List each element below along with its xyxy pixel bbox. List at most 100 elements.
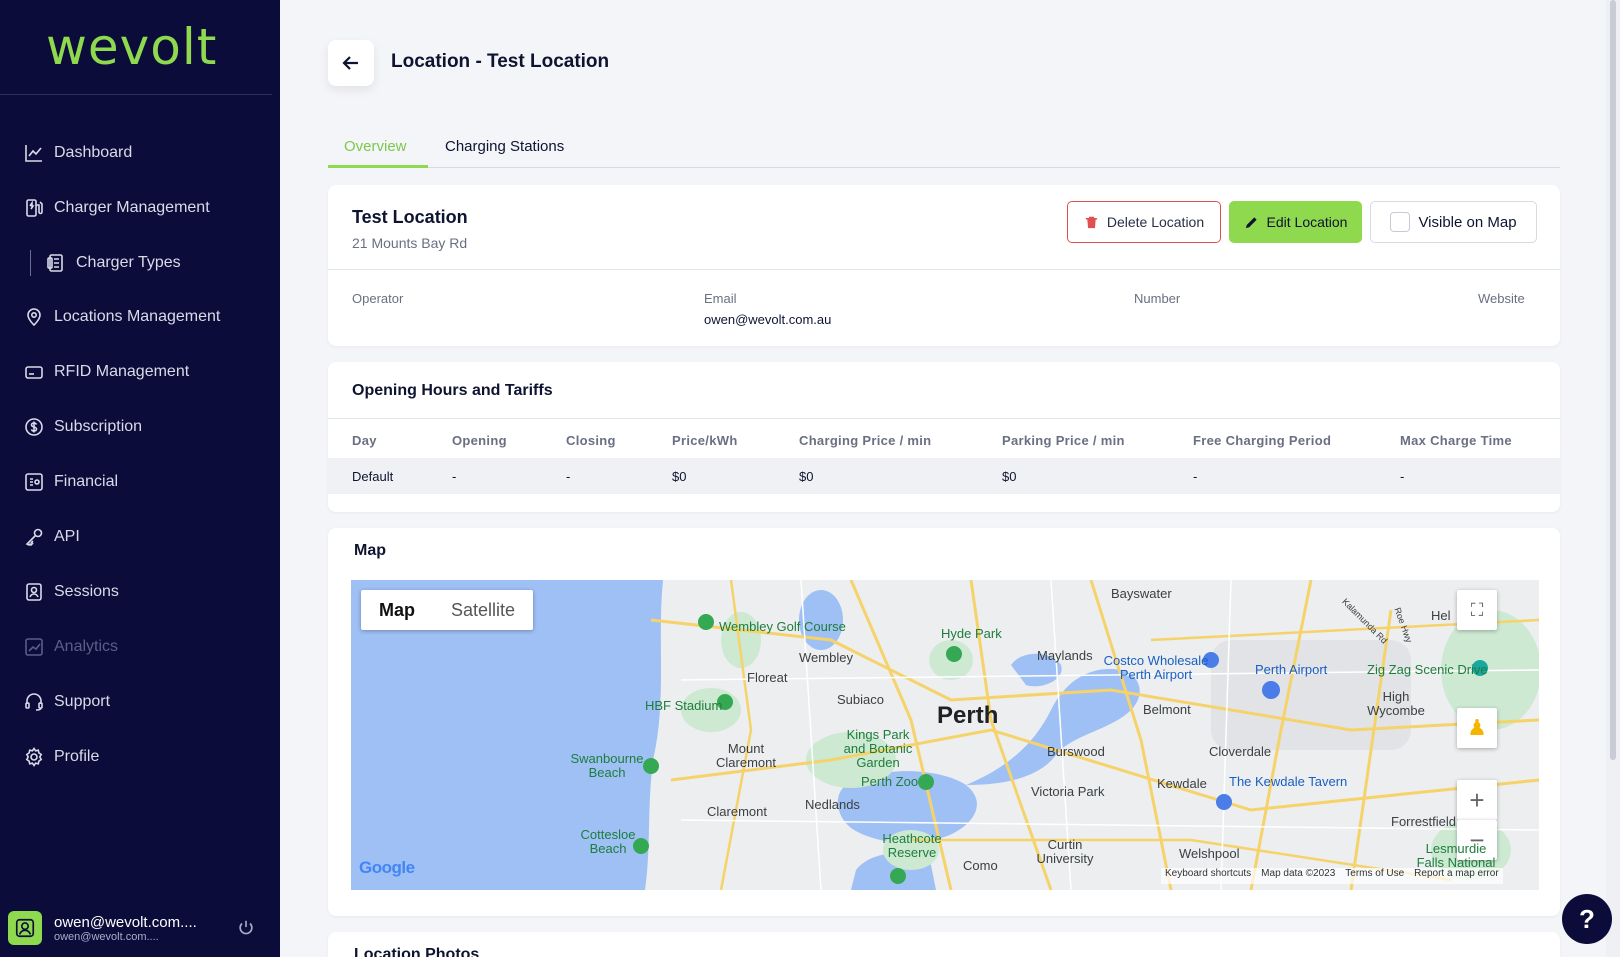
street-view-button[interactable]: ♟ (1457, 708, 1497, 748)
map-type-satellite-button[interactable]: Satellite (433, 590, 533, 630)
arrow-left-icon (342, 56, 358, 70)
wevolt-logo[interactable]: wevolt (46, 18, 217, 76)
map-label: Kewdale (1157, 776, 1207, 791)
sidebar-item-label: Dashboard (54, 144, 133, 161)
fullscreen-button[interactable]: ⛶ (1457, 590, 1497, 630)
subnav-line (30, 250, 31, 276)
gear-icon (24, 747, 44, 767)
sessions-icon (24, 582, 44, 602)
sidebar-item-rfid-management[interactable]: RFID Management (24, 358, 189, 386)
map-label: Costco Wholesale Perth Airport (1103, 653, 1209, 682)
sidebar-item-label: API (54, 528, 80, 545)
tab-charging-stations[interactable]: Charging Stations (445, 138, 564, 155)
map-label: Welshpool (1179, 846, 1240, 861)
sidebar-item-financial[interactable]: Financial (24, 468, 118, 496)
google-logo[interactable]: Google (359, 858, 415, 878)
sidebar-item-profile[interactable]: Profile (24, 743, 99, 771)
help-button[interactable]: ? (1562, 894, 1612, 944)
charger-icon (24, 198, 44, 218)
pegman-icon: ♟ (1467, 715, 1487, 740)
chart-line-icon (24, 143, 44, 163)
financial-icon (24, 472, 44, 492)
visible-on-map-toggle[interactable]: Visible on Map (1370, 201, 1537, 243)
user-email: owen@wevolt.com.... (54, 930, 159, 943)
tab-bar: Overview Charging Stations (328, 126, 1560, 168)
help-icon: ? (1579, 903, 1595, 934)
sidebar-item-label: Charger Management (54, 199, 210, 216)
column-header: Max Charge Time (1400, 433, 1512, 448)
email-value: owen@wevolt.com.au (704, 312, 832, 327)
table-cell: $0 (799, 469, 814, 484)
delete-location-button[interactable]: Delete Location (1067, 201, 1221, 243)
column-header: Day (352, 433, 377, 448)
map-label: HBF Stadium (645, 698, 723, 713)
sidebar-item-dashboard[interactable]: Dashboard (24, 139, 132, 167)
map-label: Perth Airport (1255, 662, 1328, 677)
visible-on-map-checkbox[interactable] (1390, 212, 1411, 232)
sidebar-item-api[interactable]: API (24, 523, 80, 551)
table-cell: $0 (672, 469, 687, 484)
sidebar-item-charger-management[interactable]: Charger Management (24, 194, 210, 222)
power-icon (239, 920, 253, 935)
map-type-map-button[interactable]: Map (361, 590, 433, 630)
location-name: Test Location (352, 207, 468, 227)
sidebar-item-support[interactable]: Support (24, 688, 110, 716)
zoom-in-button[interactable]: + (1457, 780, 1497, 820)
tab-overview[interactable]: Overview (344, 138, 407, 155)
table-cell: - (1400, 469, 1405, 484)
map-label: Wembley (799, 650, 853, 665)
sidebar-item-label: Charger Types (76, 254, 181, 271)
column-header: Closing (566, 433, 616, 448)
report-error-link[interactable]: Report a map error (1414, 868, 1498, 884)
scrollbar-thumb[interactable] (1610, 0, 1616, 760)
visible-on-map-label: Visible on Map (1418, 213, 1517, 231)
map-label: Belmont (1143, 702, 1191, 717)
location-details-card: Test Location 21 Mounts Bay Rd Delete Lo… (328, 185, 1560, 346)
back-button[interactable] (328, 40, 374, 86)
delete-location-label: Delete Location (1106, 214, 1205, 230)
column-header: Price/kWh (672, 433, 738, 448)
key-icon (24, 527, 44, 547)
column-header: Charging Price / min (799, 433, 932, 448)
avatar (8, 911, 42, 945)
table-cell: - (1193, 469, 1198, 484)
headset-icon (24, 692, 44, 712)
terms-link[interactable]: Terms of Use (1345, 868, 1404, 884)
sidebar-item-sessions[interactable]: Sessions (24, 578, 119, 606)
sidebar-item-label: Financial (54, 473, 119, 490)
logout-button[interactable] (234, 916, 258, 940)
analytics-icon (24, 637, 44, 657)
sidebar: wevolt Dashboard Charger Management Char… (0, 0, 280, 957)
map-label: Floreat (747, 670, 788, 685)
table-cell: Default (352, 469, 394, 484)
page-scrollbar[interactable] (1606, 0, 1620, 957)
column-header: Opening (452, 433, 507, 448)
keyboard-shortcuts-link[interactable]: Keyboard shortcuts (1165, 868, 1251, 884)
sidebar-item-label: Locations Management (54, 308, 221, 325)
map-card: Map Map Satellite ⛶ ♟ + − Perth Bayswate… (328, 528, 1560, 916)
map-data-text: Map data ©2023 (1261, 868, 1336, 879)
rfid-card-icon (24, 362, 44, 382)
sidebar-item-label: Analytics (54, 638, 119, 655)
map-label: Cloverdale (1209, 744, 1272, 759)
map-label: Curtin University (1036, 837, 1094, 866)
map-label: Burswood (1047, 744, 1105, 759)
sidebar-item-analytics[interactable]: Analytics (24, 633, 118, 661)
pencil-icon (1245, 216, 1257, 228)
location-pin-icon (24, 307, 44, 327)
table-header-row: Day Opening Closing Price/kWh Charging P… (328, 418, 1560, 458)
map-attribution: Keyboard shortcuts Map data ©2023 Terms … (1161, 868, 1503, 884)
sidebar-item-charger-types[interactable]: Charger Types (46, 249, 181, 277)
map-label: Claremont (707, 804, 767, 819)
sidebar-item-label: Support (54, 693, 111, 710)
sidebar-item-locations-management[interactable]: Locations Management (24, 303, 220, 331)
user-profile[interactable]: owen@wevolt.com.... owen@wevolt.com.... (8, 908, 272, 948)
sidebar-item-subscription[interactable]: Subscription (24, 413, 142, 441)
map-title: Map (354, 542, 386, 559)
map-label: Wembley Golf Course (719, 619, 846, 634)
trash-icon (1085, 216, 1097, 228)
edit-location-button[interactable]: Edit Location (1229, 201, 1362, 243)
map-label: Hyde Park (941, 626, 1002, 641)
map-view[interactable]: Map Satellite ⛶ ♟ + − Perth Bayswater Hy… (351, 580, 1539, 890)
column-header: Parking Price / min (1002, 433, 1125, 448)
